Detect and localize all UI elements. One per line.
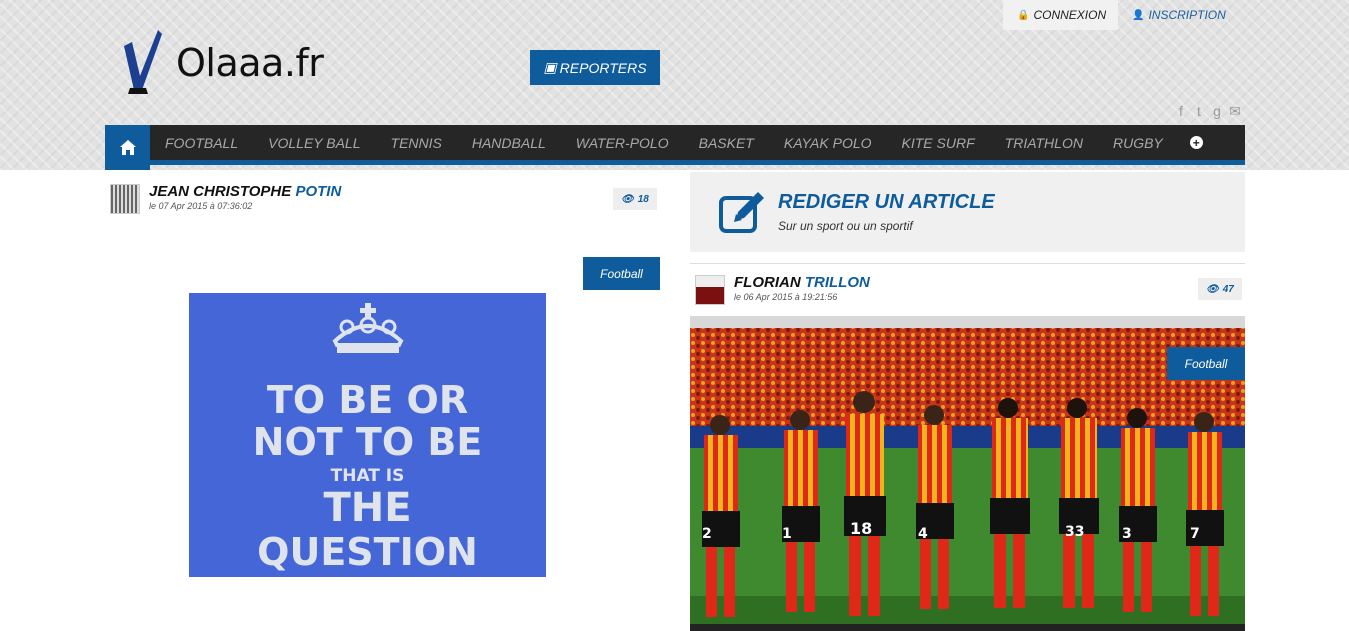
author-last-name: TRILLON — [804, 274, 870, 291]
home-button[interactable] — [105, 125, 150, 170]
logo-check-icon — [124, 30, 162, 94]
nav-item-handball[interactable]: HANDBALL — [457, 135, 561, 151]
google-plus-icon[interactable]: g — [1211, 103, 1223, 120]
image-line: QUESTION — [257, 530, 478, 574]
image-line: TO BE OR — [266, 378, 469, 422]
login-button[interactable]: 🔒 CONNEXION — [1003, 0, 1118, 30]
author-last-name: POTIN — [295, 183, 342, 200]
register-button[interactable]: 👤 INSCRIPTION — [1118, 0, 1240, 30]
mail-icon[interactable]: ✉ — [1229, 103, 1241, 120]
jersey-number: 2 — [702, 526, 712, 542]
lock-icon: 🔒 — [1017, 9, 1030, 21]
view-count: 👁 47 — [1198, 278, 1242, 300]
category-badge[interactable]: Football — [583, 257, 660, 290]
category-label: Football — [600, 266, 643, 281]
nav-item-kayak-polo[interactable]: KAYAK POLO — [769, 135, 887, 151]
more-sports-icon[interactable]: + — [1189, 136, 1203, 149]
post-header: JEAN CHRISTOPHE POTIN le 07 Apr 2015 à 0… — [110, 184, 341, 214]
nav-item-basket[interactable]: BASKET — [684, 135, 769, 151]
register-label: INSCRIPTION — [1148, 8, 1226, 22]
nav-item-water-polo[interactable]: WATER-POLO — [561, 135, 684, 151]
category-label: Football — [1184, 356, 1228, 371]
avatar[interactable] — [695, 275, 725, 305]
image-line: THAT IS — [330, 466, 405, 486]
view-count-value: 18 — [637, 193, 649, 205]
reporters-label: REPORTERS — [559, 59, 647, 76]
nav-item-rugby[interactable]: RUGBY — [1098, 135, 1178, 151]
post-image[interactable]: 2 1 18 4 33 3 7 — [690, 316, 1245, 631]
divider — [690, 263, 1245, 264]
nav-item-triathlon[interactable]: TRIATHLON — [990, 135, 1098, 151]
author-first-name: JEAN CHRISTOPHE — [149, 183, 292, 200]
team-photo-drawing: 2 1 18 4 33 3 7 — [690, 316, 1245, 631]
login-label: CONNEXION — [1033, 8, 1107, 22]
crown-icon — [332, 303, 403, 353]
write-article-button[interactable]: REDIGER UN ARTICLE Sur un sport ou un sp… — [690, 172, 1245, 252]
jersey-number: 4 — [918, 526, 928, 542]
eye-icon: 👁 — [621, 193, 634, 205]
social-links: f t g ✉ — [1175, 103, 1241, 120]
jersey-number: 1 — [782, 526, 792, 542]
author-first-name: FLORIAN — [734, 274, 801, 291]
camera-icon: ▣ — [543, 59, 557, 75]
avatar[interactable] — [110, 184, 140, 214]
main-nav: FOOTBALL VOLLEY BALL TENNIS HANDBALL WAT… — [105, 125, 1245, 170]
jersey-number: 18 — [850, 519, 872, 538]
jersey-number: 7 — [1190, 526, 1200, 542]
reporters-button[interactable]: ▣ REPORTERS — [530, 50, 660, 85]
write-article-title: REDIGER UN ARTICLE — [778, 191, 995, 213]
logo-text: Olaaa.fr — [176, 41, 324, 85]
jersey-number: 33 — [1065, 524, 1084, 540]
facebook-icon[interactable]: f — [1175, 103, 1187, 120]
edit-icon — [719, 192, 764, 233]
author-name[interactable]: JEAN CHRISTOPHE POTIN — [149, 184, 341, 200]
view-count: 👁 18 — [613, 188, 657, 210]
post-image[interactable]: TO BE OR NOT TO BE THAT IS THE QUESTION — [189, 293, 546, 577]
jersey-number: 3 — [1122, 526, 1132, 542]
image-line: THE — [323, 485, 412, 531]
twitter-icon[interactable]: t — [1193, 103, 1205, 120]
nav-item-tennis[interactable]: TENNIS — [376, 135, 457, 151]
post-header: FLORIAN TRILLON le 06 Apr 2015 à 19:21:5… — [695, 275, 870, 305]
nav-item-football[interactable]: FOOTBALL — [150, 135, 253, 151]
nav-item-volley-ball[interactable]: VOLLEY BALL — [253, 135, 375, 151]
auth-bar: 🔒 CONNEXION 👤 INSCRIPTION — [1003, 0, 1240, 30]
nav-item-kite-surf[interactable]: KITE SURF — [887, 135, 990, 151]
eye-icon: 👁 — [1206, 283, 1219, 295]
category-badge[interactable]: Football — [1167, 347, 1245, 380]
post-date: le 07 Apr 2015 à 07:36:02 — [149, 201, 253, 211]
site-logo[interactable]: Olaaa.fr — [120, 28, 324, 98]
post-date: le 06 Apr 2015 à 19:21:56 — [734, 292, 838, 302]
user-icon: 👤 — [1132, 9, 1145, 21]
write-article-subtitle: Sur un sport ou un sportif — [778, 219, 913, 233]
view-count-value: 47 — [1222, 283, 1234, 295]
image-line: NOT TO BE — [252, 420, 483, 464]
author-name[interactable]: FLORIAN TRILLON — [734, 275, 870, 291]
home-icon — [119, 140, 136, 155]
